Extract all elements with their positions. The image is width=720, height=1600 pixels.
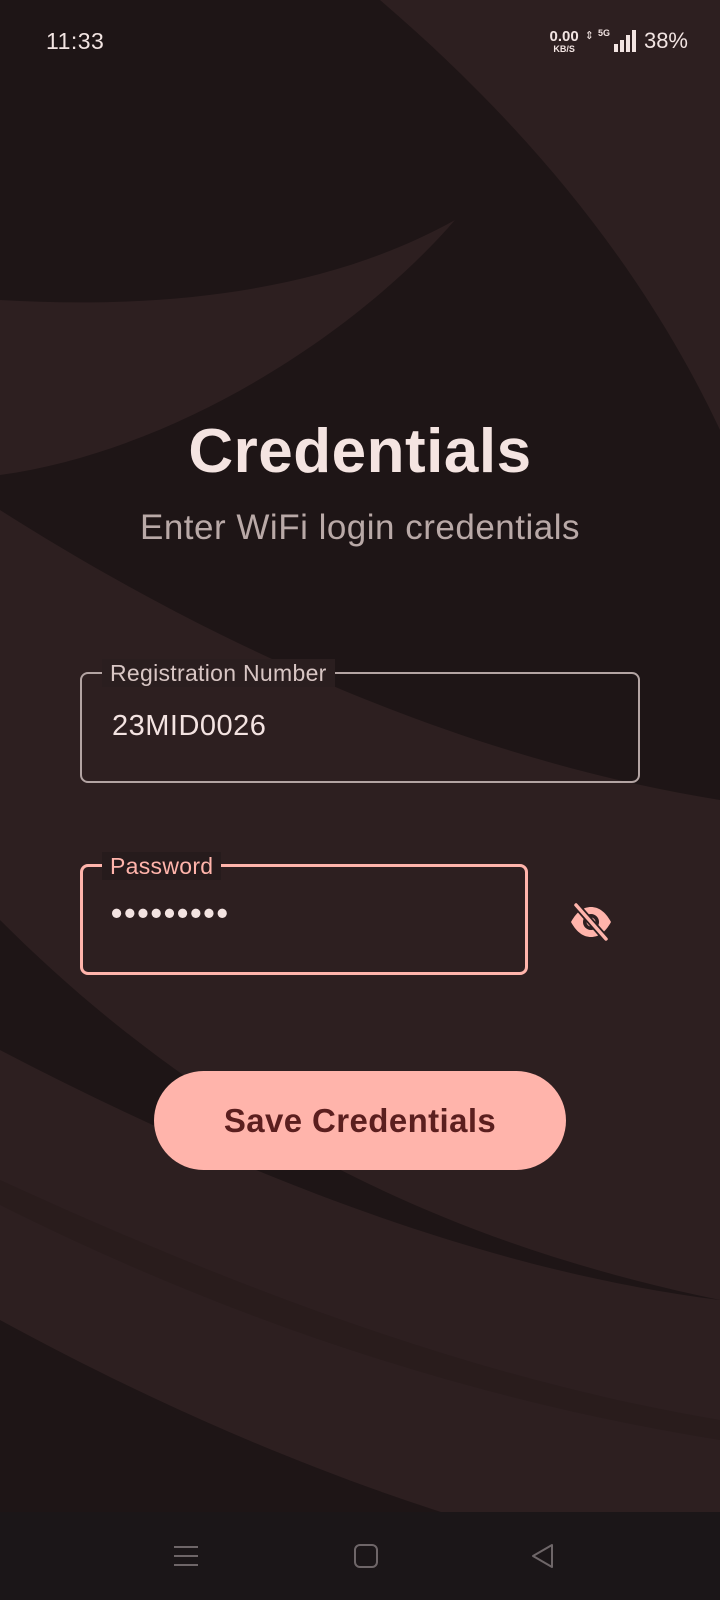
- page-title: Credentials: [188, 417, 532, 486]
- signal-strength-icon: [613, 30, 636, 52]
- back-triangle-icon: [532, 1544, 553, 1568]
- battery-level: 38%: [643, 28, 688, 53]
- eye-off-icon: [571, 902, 611, 942]
- save-credentials-button[interactable]: Save Credentials: [154, 1071, 566, 1170]
- home-square-icon: [354, 1544, 378, 1568]
- background-waves: [0, 0, 720, 1600]
- menu-icon: [174, 1546, 198, 1566]
- registration-number-label: Registration Number: [102, 659, 335, 687]
- status-time: 11:33: [46, 28, 105, 54]
- password-field[interactable]: Password •••••••••: [80, 852, 528, 975]
- status-indicators: 0.00 KB/S ⇕ 5G 38%: [550, 24, 688, 58]
- navigation-bar: [0, 1512, 720, 1600]
- network-speed: 0.00 KB/S: [550, 29, 579, 54]
- password-input[interactable]: •••••••••: [111, 895, 230, 932]
- home-button[interactable]: [326, 1512, 406, 1600]
- registration-number-input[interactable]: 23MID0026: [112, 710, 266, 743]
- status-bar: 11:33 0.00 KB/S ⇕ 5G 38%: [0, 0, 720, 84]
- back-button[interactable]: [503, 1512, 583, 1600]
- menu-button[interactable]: [146, 1512, 226, 1600]
- network-speed-unit: KB/S: [553, 43, 575, 54]
- toggle-password-visibility-button[interactable]: [566, 902, 616, 942]
- page-subtitle: Enter WiFi login credentials: [140, 508, 580, 547]
- registration-number-field[interactable]: Registration Number 23MID0026: [80, 659, 640, 783]
- credentials-screen: 11:33 0.00 KB/S ⇕ 5G 38% Credentials Ent…: [0, 0, 720, 1600]
- network-speed-value: 0.00: [549, 27, 579, 45]
- data-arrows-icon: ⇕: [584, 29, 594, 42]
- password-label: Password: [102, 852, 222, 880]
- network-type: 5G: [597, 28, 610, 38]
